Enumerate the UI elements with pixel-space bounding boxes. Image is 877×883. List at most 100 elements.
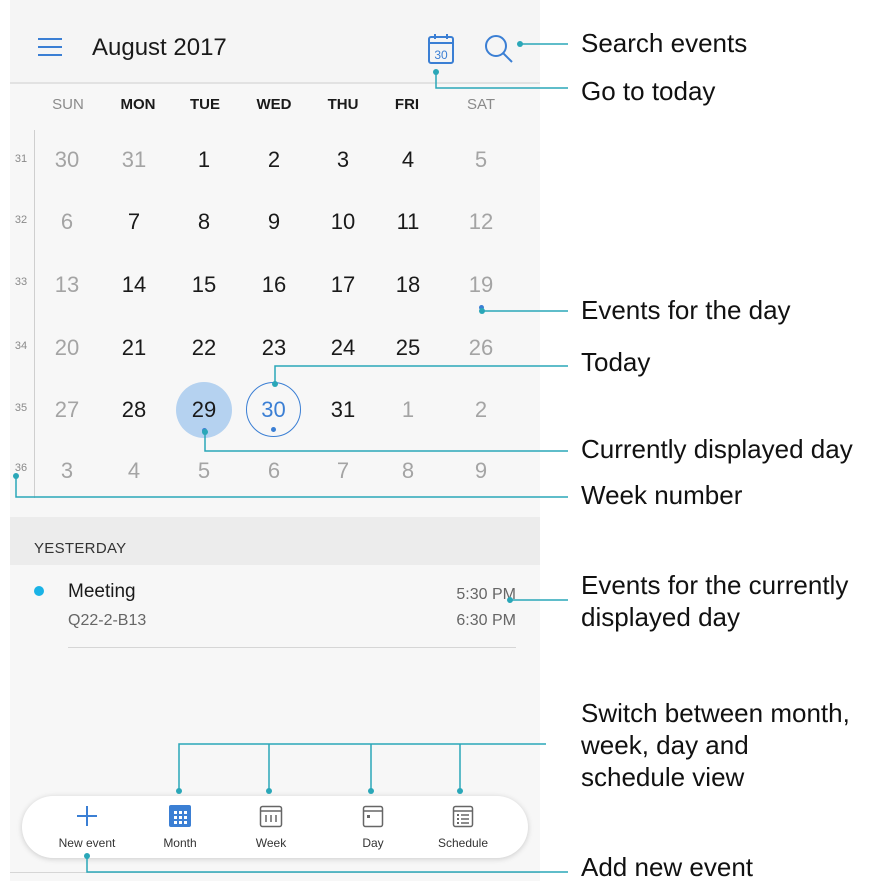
annotation-events-current-line1: Events for the currently [581, 570, 849, 600]
day-cell[interactable]: 31 [106, 132, 162, 188]
day-cell[interactable]: 24 [315, 320, 371, 376]
event-start-time: 5:30 PM [456, 586, 516, 603]
event-location: Q22-2-B13 [68, 612, 147, 629]
event-end-time: 6:30 PM [456, 612, 516, 629]
weekday-sat: SAT [466, 96, 496, 113]
week-label: Week [255, 836, 287, 850]
day-cell[interactable]: 9 [246, 194, 302, 250]
day-cell[interactable]: 23 [246, 320, 302, 376]
menu-icon[interactable] [38, 38, 62, 56]
event-indicator-dot [271, 427, 276, 432]
day-cell[interactable]: 20 [39, 320, 95, 376]
annotation-current-day: Currently displayed day [581, 434, 853, 464]
day-cell[interactable]: 13 [39, 257, 95, 313]
day-cell[interactable]: 1 [176, 132, 232, 188]
annotation-switch-line1: Switch between month, [581, 698, 850, 728]
day-cell[interactable]: 2 [246, 132, 302, 188]
annotation-events-day: Events for the day [581, 295, 791, 325]
top-bar: August 2017 30 [10, 0, 540, 84]
day-cell[interactable]: 5 [176, 443, 232, 499]
day-cell[interactable]: 1 [380, 382, 436, 438]
day-cell[interactable]: 9 [453, 443, 509, 499]
day-cell[interactable]: 22 [176, 320, 232, 376]
annotation-today-button: Go to today [581, 76, 716, 106]
annotation-switch-line3: schedule view [581, 762, 745, 792]
bottom-navigation: New event Month Week Day Schedule [22, 796, 528, 858]
day-cell[interactable]: 31 [315, 382, 371, 438]
weekday-fri: FRI [394, 96, 420, 113]
event-divider [68, 647, 516, 648]
month-title: August 2017 [92, 34, 227, 61]
event-list-item[interactable] [10, 566, 540, 656]
tab-month[interactable]: Month [135, 796, 225, 858]
day-cell[interactable]: 18 [380, 257, 436, 313]
day-cell[interactable]: 26 [453, 320, 509, 376]
event-indicator-dot [479, 305, 484, 310]
tab-schedule[interactable]: Schedule [418, 796, 508, 858]
day-cell[interactable]: 3 [39, 443, 95, 499]
weekday-sun: SUN [52, 96, 84, 113]
week-number: 35 [14, 402, 28, 414]
day-label: Day [362, 836, 384, 850]
weekday-wed: WED [256, 96, 292, 113]
day-cell[interactable]: 16 [246, 257, 302, 313]
day-cell[interactable]: 10 [315, 194, 371, 250]
annotation-events-current-line2: displayed day [581, 602, 740, 632]
day-cell[interactable]: 8 [380, 443, 436, 499]
day-cell[interactable]: 3 [315, 132, 371, 188]
day-cell[interactable]: 4 [106, 443, 162, 499]
weekday-thu: THU [327, 96, 359, 113]
week-number: 33 [14, 276, 28, 288]
day-cell[interactable]: 14 [106, 257, 162, 313]
annotation-today: Today [581, 347, 651, 377]
day-cell[interactable]: 8 [176, 194, 232, 250]
annotation-week-number: Week number [581, 480, 743, 510]
day-cell[interactable]: 27 [39, 382, 95, 438]
week-number: 32 [14, 214, 28, 226]
week-number: 31 [14, 153, 28, 165]
section-label: YESTERDAY [34, 540, 127, 557]
plus-icon [77, 806, 97, 826]
month-label: Month [163, 836, 197, 850]
annotation-switch-line2: week, day and [581, 730, 749, 760]
new-event-label: New event [58, 836, 116, 850]
bottom-divider [10, 872, 540, 873]
event-title: Meeting [68, 581, 136, 602]
week-number-divider [34, 130, 35, 498]
event-indicator-dot [202, 428, 207, 433]
day-cell[interactable]: 30 [39, 132, 95, 188]
day-calendar-icon [362, 805, 384, 828]
day-cell[interactable]: 4 [380, 132, 436, 188]
annotation-add-event: Add new event [581, 852, 754, 882]
day-cell[interactable]: 7 [106, 194, 162, 250]
day-cell[interactable]: 6 [39, 194, 95, 250]
day-cell[interactable]: 11 [380, 194, 436, 250]
go-to-today-icon[interactable]: 30 [426, 32, 456, 66]
schedule-list-icon [452, 805, 474, 828]
day-cell[interactable]: 21 [106, 320, 162, 376]
week-calendar-icon [259, 805, 283, 828]
today-icon-date: 30 [434, 48, 448, 62]
day-cell[interactable]: 28 [106, 382, 162, 438]
day-cell[interactable]: 6 [246, 443, 302, 499]
day-cell[interactable]: 7 [315, 443, 371, 499]
event-color-dot [34, 586, 44, 596]
weekday-header: SUN MON TUE WED THU FRI SAT [43, 96, 531, 118]
calendar-app: August 2017 30 SUN MON TUE WED THU FRI S… [10, 0, 540, 881]
day-cell[interactable]: 17 [315, 257, 371, 313]
annotation-search: Search events [581, 28, 748, 58]
day-cell[interactable]: 15 [176, 257, 232, 313]
tab-day[interactable]: Day [328, 796, 418, 858]
month-grid-icon [169, 805, 191, 827]
day-cell[interactable]: 12 [453, 194, 509, 250]
week-number: 34 [14, 340, 28, 352]
search-icon[interactable] [482, 32, 516, 66]
schedule-label: Schedule [437, 836, 489, 850]
day-cell[interactable]: 2 [453, 382, 509, 438]
tab-week[interactable]: Week [226, 796, 316, 858]
new-event-button[interactable]: New event [42, 796, 132, 858]
weekday-tue: TUE [190, 96, 220, 113]
weekday-mon: MON [120, 96, 156, 113]
day-cell[interactable]: 25 [380, 320, 436, 376]
day-cell[interactable]: 5 [453, 132, 509, 188]
